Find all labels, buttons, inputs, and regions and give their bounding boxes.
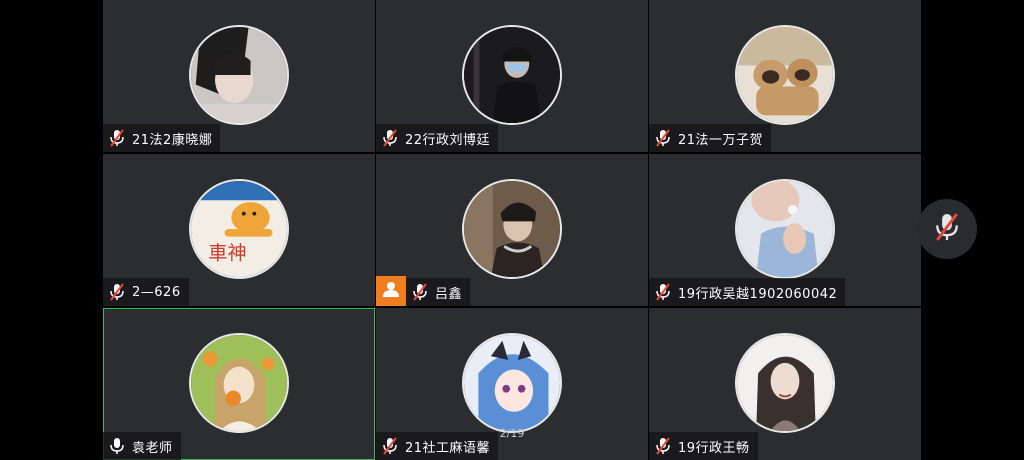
participant-name-bar: 袁老师 [103, 432, 181, 460]
avatar [189, 25, 289, 125]
participant-name-bar: 19行政吴越1902060042 [649, 278, 846, 306]
mic-muted-icon[interactable] [376, 124, 404, 152]
participant-name: 22行政刘博廷 [405, 132, 491, 148]
mic-muted-icon[interactable] [649, 124, 677, 152]
participant-name: 21法2康晓娜 [132, 132, 213, 148]
participant-name: 2—626 [132, 284, 181, 300]
participant-tile[interactable]: 22行政刘博廷 [376, 0, 648, 152]
page-indicator: 2/19 [499, 427, 525, 440]
participant-name: 21法一万子贺 [678, 132, 764, 148]
participant-tile[interactable]: 車神 2—626 [103, 154, 375, 306]
host-badge [376, 276, 406, 306]
participant-tile[interactable]: 19行政王畅 [649, 308, 921, 460]
mic-icon[interactable] [103, 432, 131, 460]
avatar [735, 25, 835, 125]
participant-name-bar: 21法一万子贺 [649, 124, 772, 152]
participant-tile[interactable]: 吕鑫 [376, 154, 648, 306]
mic-muted-icon [934, 212, 960, 246]
participant-name-bar: 19行政王畅 [649, 432, 758, 460]
participant-tile[interactable]: 19行政吴越1902060042 [649, 154, 921, 306]
mic-muted-icon[interactable] [649, 432, 677, 460]
participant-name-bar: 21社工麻语馨 [376, 432, 499, 460]
avatar [462, 333, 562, 433]
avatar [189, 333, 289, 433]
participant-name-bar: 2—626 [103, 278, 189, 306]
mic-muted-icon[interactable] [103, 124, 131, 152]
participant-name-bar: 21法2康晓娜 [103, 124, 221, 152]
svg-text:車神: 車神 [208, 242, 246, 265]
mute-toggle-button[interactable] [917, 199, 977, 259]
participant-tile[interactable]: 2/19 21社工麻语馨 [376, 308, 648, 460]
participant-name-bar: 吕鑫 [406, 278, 471, 306]
participant-name: 袁老师 [132, 440, 173, 456]
avatar [462, 25, 562, 125]
participant-name: 21社工麻语馨 [405, 440, 491, 456]
participant-name: 吕鑫 [435, 286, 463, 302]
mic-muted-icon[interactable] [649, 278, 677, 306]
participant-name: 19行政吴越1902060042 [678, 286, 838, 302]
mic-muted-icon[interactable] [376, 432, 404, 460]
participant-tile[interactable]: 21法一万子贺 [649, 0, 921, 152]
video-grid: 21法2康晓娜 22行政刘博廷 21法一万子贺 車神 2—626 吕鑫 19行政… [103, 0, 921, 460]
avatar: 車神 [189, 179, 289, 279]
participant-tile[interactable]: 袁老师 [103, 308, 375, 460]
mic-muted-icon[interactable] [406, 278, 434, 306]
participant-name: 19行政王畅 [678, 440, 750, 456]
avatar [735, 179, 835, 279]
person-icon [382, 280, 400, 302]
mic-muted-icon[interactable] [103, 278, 131, 306]
avatar [735, 333, 835, 433]
participant-name-bar: 22行政刘博廷 [376, 124, 499, 152]
participant-tile[interactable]: 21法2康晓娜 [103, 0, 375, 152]
avatar [462, 179, 562, 279]
